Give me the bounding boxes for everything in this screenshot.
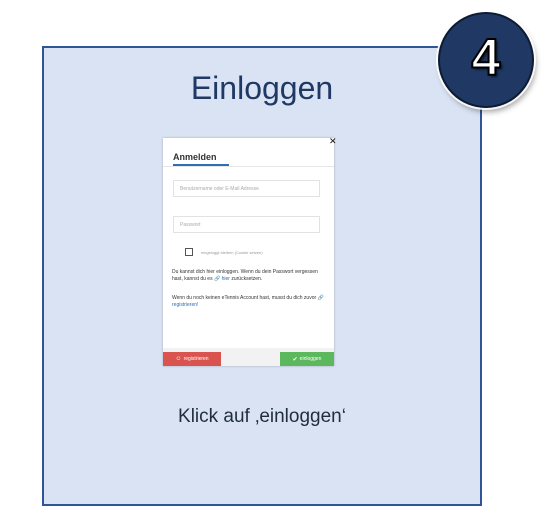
- login-button[interactable]: ✔ einloggen: [280, 352, 334, 366]
- password-input[interactable]: [173, 216, 320, 233]
- register-text: Wenn du noch keinen eTennis Account hast…: [172, 295, 327, 309]
- remember-checkbox[interactable]: [185, 248, 193, 256]
- forgot-text-2: zurücksetzen.: [231, 276, 263, 282]
- link-icon: 🔗: [317, 295, 324, 301]
- dialog-divider: [163, 166, 334, 167]
- step-number: 4: [471, 28, 502, 88]
- dialog-footer: ☺ registrieren ✔ einloggen: [163, 348, 334, 366]
- card-caption: Klick auf ‚einloggen‘: [178, 406, 346, 427]
- remember-row: eingeloggt bleiben (Cookie setzen): [185, 248, 263, 256]
- link-icon: 🔗: [213, 276, 221, 282]
- card-title: Einloggen: [190, 70, 334, 106]
- register-link[interactable]: registrieren!: [172, 302, 198, 308]
- register-text-1: Wenn du noch keinen eTennis Account hast…: [172, 295, 317, 301]
- check-icon: ✔: [292, 356, 298, 363]
- dialog-title-underline: [173, 164, 229, 166]
- register-button-label: registrieren: [183, 356, 209, 362]
- register-button[interactable]: ☺ registrieren: [163, 352, 221, 366]
- step-badge: 4: [438, 12, 534, 108]
- user-icon: ☺: [175, 356, 182, 362]
- login-button-label: einloggen: [299, 356, 322, 362]
- forgot-password-text: Du kannst dich hier einloggen. Wenn du d…: [172, 269, 327, 283]
- login-dialog: ✕ Anmelden eingeloggt bleiben (Cookie se…: [163, 137, 337, 366]
- remember-label: eingeloggt bleiben (Cookie setzen): [201, 249, 263, 255]
- dialog-title: Anmelden: [173, 152, 217, 162]
- reset-password-link[interactable]: hier: [222, 276, 230, 282]
- username-input[interactable]: [173, 180, 320, 197]
- close-icon[interactable]: ✕: [329, 137, 337, 146]
